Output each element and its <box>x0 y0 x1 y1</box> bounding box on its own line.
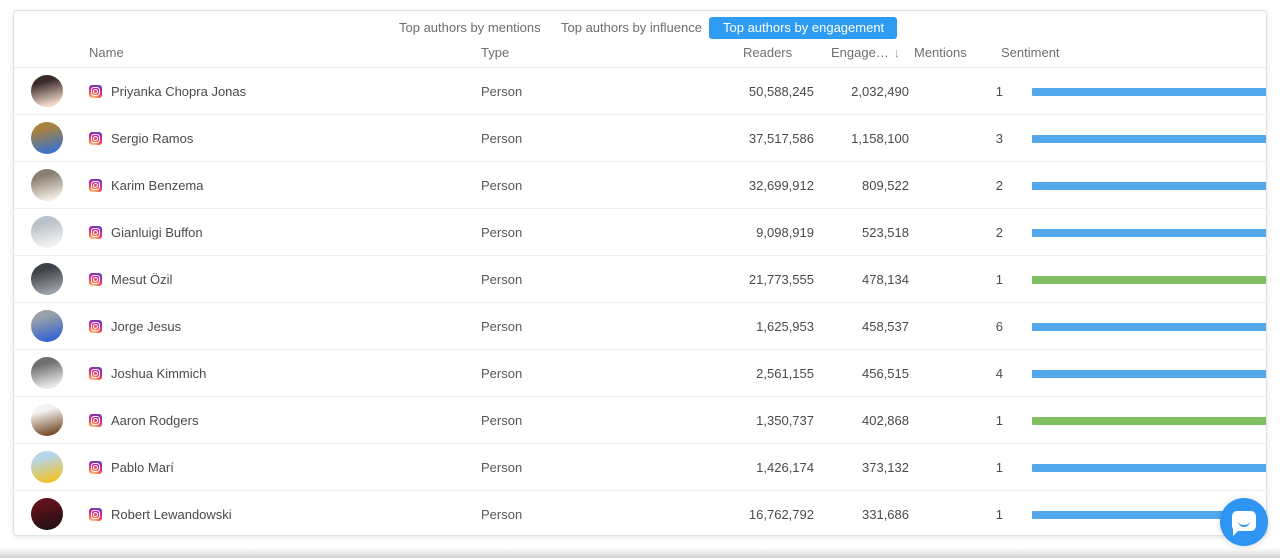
author-name[interactable]: Aaron Rodgers <box>111 413 198 428</box>
instagram-icon <box>89 508 102 521</box>
engagement-value: 478,134 <box>789 272 909 287</box>
engagement-value: 523,518 <box>789 225 909 240</box>
widget-tabs: Top authors by mentions Top authors by i… <box>14 11 1266 45</box>
sentiment-bar <box>1032 464 1267 472</box>
tab-top-authors-by-engagement[interactable]: Top authors by engagement <box>709 17 897 39</box>
sentiment-bar <box>1032 417 1267 425</box>
author-avatar[interactable] <box>31 498 63 530</box>
column-header-name[interactable]: Name <box>89 45 124 60</box>
instagram-icon <box>89 85 102 98</box>
author-type: Person <box>481 131 522 146</box>
author-row[interactable]: Aaron Rodgers Person 1,350,737 402,868 1 <box>14 397 1266 444</box>
top-authors-widget: Top authors by mentions Top authors by i… <box>13 10 1267 536</box>
mentions-value: 3 <box>933 131 1003 146</box>
instagram-icon <box>89 179 102 192</box>
engagement-value: 402,868 <box>789 413 909 428</box>
sort-desc-icon[interactable]: ↓ <box>894 46 900 60</box>
sentiment-bar <box>1032 135 1267 143</box>
author-avatar[interactable] <box>31 310 63 342</box>
author-row[interactable]: Gianluigi Buffon Person 9,098,919 523,51… <box>14 209 1266 256</box>
author-type: Person <box>481 507 522 522</box>
engagement-value: 373,132 <box>789 460 909 475</box>
author-name[interactable]: Joshua Kimmich <box>111 366 206 381</box>
engagement-value: 1,158,100 <box>789 131 909 146</box>
author-row[interactable]: Jorge Jesus Person 1,625,953 458,537 6 <box>14 303 1266 350</box>
instagram-icon <box>89 414 102 427</box>
table-header: Name Type Readers Engage… ↓ Mentions Sent… <box>14 45 1266 68</box>
author-row[interactable]: Mesut Özil Person 21,773,555 478,134 1 <box>14 256 1266 303</box>
sentiment-bar <box>1032 88 1267 96</box>
mentions-value: 1 <box>933 413 1003 428</box>
author-row[interactable]: Robert Lewandowski Person 16,762,792 331… <box>14 491 1266 536</box>
author-name[interactable]: Sergio Ramos <box>111 131 193 146</box>
sentiment-bar <box>1032 323 1267 331</box>
author-type: Person <box>481 178 522 193</box>
sentiment-bar <box>1032 276 1267 284</box>
chat-bubble-icon <box>1232 511 1256 531</box>
author-type: Person <box>481 366 522 381</box>
author-type: Person <box>481 460 522 475</box>
column-header-engagement[interactable]: Engage… ↓ <box>831 45 900 60</box>
mentions-value: 1 <box>933 460 1003 475</box>
author-avatar[interactable] <box>31 169 63 201</box>
author-row[interactable]: Joshua Kimmich Person 2,561,155 456,515 … <box>14 350 1266 397</box>
engagement-value: 2,032,490 <box>789 84 909 99</box>
instagram-icon <box>89 461 102 474</box>
author-name[interactable]: Gianluigi Buffon <box>111 225 203 240</box>
author-name[interactable]: Jorge Jesus <box>111 319 181 334</box>
sentiment-bar <box>1032 182 1267 190</box>
tab-top-authors-by-mentions[interactable]: Top authors by mentions <box>399 17 541 39</box>
instagram-icon <box>89 320 102 333</box>
sentiment-bar <box>1032 229 1267 237</box>
instagram-icon <box>89 273 102 286</box>
mentions-value: 2 <box>933 178 1003 193</box>
column-header-mentions[interactable]: Mentions <box>914 45 967 60</box>
author-name[interactable]: Robert Lewandowski <box>111 507 232 522</box>
author-name[interactable]: Pablo Marí <box>111 460 174 475</box>
chat-smile-icon <box>1238 520 1250 527</box>
author-avatar[interactable] <box>31 451 63 483</box>
mentions-value: 6 <box>933 319 1003 334</box>
tab-top-authors-by-influence[interactable]: Top authors by influence <box>561 17 702 39</box>
author-avatar[interactable] <box>31 263 63 295</box>
author-type: Person <box>481 272 522 287</box>
column-header-type[interactable]: Type <box>481 45 509 60</box>
column-header-sentiment[interactable]: Sentiment <box>1001 45 1060 60</box>
author-type: Person <box>481 413 522 428</box>
sentiment-bar <box>1032 370 1267 378</box>
engagement-value: 331,686 <box>789 507 909 522</box>
author-avatar[interactable] <box>31 216 63 248</box>
column-header-readers[interactable]: Readers <box>743 45 792 60</box>
instagram-icon <box>89 132 102 145</box>
engagement-value: 809,522 <box>789 178 909 193</box>
author-avatar[interactable] <box>31 357 63 389</box>
author-name[interactable]: Karim Benzema <box>111 178 203 193</box>
mentions-value: 2 <box>933 225 1003 240</box>
author-row[interactable]: Sergio Ramos Person 37,517,586 1,158,100… <box>14 115 1266 162</box>
author-type: Person <box>481 84 522 99</box>
author-name[interactable]: Mesut Özil <box>111 272 172 287</box>
author-row[interactable]: Pablo Marí Person 1,426,174 373,132 1 <box>14 444 1266 491</box>
author-row[interactable]: Priyanka Chopra Jonas Person 50,588,245 … <box>14 68 1266 115</box>
page-bottom-edge <box>0 548 1280 558</box>
mentions-value: 1 <box>933 507 1003 522</box>
author-row[interactable]: Karim Benzema Person 32,699,912 809,522 … <box>14 162 1266 209</box>
mentions-value: 1 <box>933 84 1003 99</box>
author-avatar[interactable] <box>31 122 63 154</box>
mentions-value: 1 <box>933 272 1003 287</box>
engagement-value: 458,537 <box>789 319 909 334</box>
author-avatar[interactable] <box>31 404 63 436</box>
mentions-value: 4 <box>933 366 1003 381</box>
engagement-value: 456,515 <box>789 366 909 381</box>
author-type: Person <box>481 319 522 334</box>
author-name[interactable]: Priyanka Chopra Jonas <box>111 84 246 99</box>
author-type: Person <box>481 225 522 240</box>
author-avatar[interactable] <box>31 75 63 107</box>
column-header-engagement-label: Engage… <box>831 45 889 60</box>
table-body: Priyanka Chopra Jonas Person 50,588,245 … <box>14 68 1266 536</box>
instagram-icon <box>89 367 102 380</box>
chat-launcher-button[interactable] <box>1220 498 1268 546</box>
instagram-icon <box>89 226 102 239</box>
